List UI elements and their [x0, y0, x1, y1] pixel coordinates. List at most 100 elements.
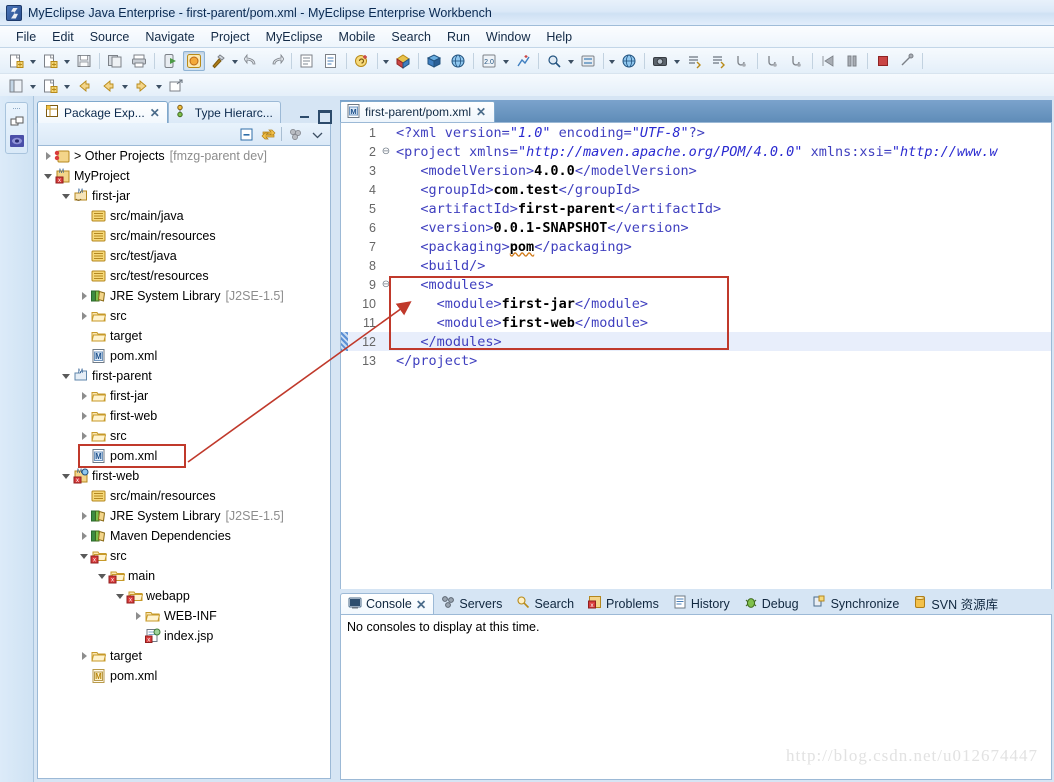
tree-twisty[interactable] [96, 566, 108, 586]
new-wizard-button[interactable] [5, 51, 27, 71]
project-tree[interactable]: > Other Projects [fmzg-parent dev] Mx MyPro… [37, 145, 331, 779]
snapshot-dropdown[interactable] [672, 51, 682, 71]
menu-item-help[interactable]: Help [538, 28, 580, 46]
close-tab-icon[interactable]: ✕ [150, 106, 160, 120]
tree-item[interactable]: Mfirst-jar [38, 186, 330, 206]
menu-item-window[interactable]: Window [478, 28, 538, 46]
tree-item[interactable]: Mx MyProject [38, 166, 330, 186]
search-dropdown[interactable] [566, 51, 576, 71]
tree-twisty[interactable] [78, 646, 90, 666]
back-history-button[interactable] [73, 76, 95, 96]
profile-button[interactable] [512, 51, 534, 71]
code-line[interactable]: 11 <module>first-web</module> [341, 313, 1051, 332]
menu-item-myeclipse[interactable]: MyEclipse [258, 28, 331, 46]
tree-item[interactable]: src/test/resources [38, 266, 330, 286]
open-type-button[interactable] [296, 51, 318, 71]
redo-button[interactable] [265, 51, 287, 71]
tree-item[interactable]: first-jar [38, 386, 330, 406]
open-perspective-dropdown[interactable] [28, 76, 38, 96]
tree-item[interactable]: target [38, 326, 330, 346]
tree-item[interactable]: src/main/resources [38, 226, 330, 246]
view-menu-icon[interactable] [286, 125, 304, 143]
menu-item-mobile[interactable]: Mobile [331, 28, 384, 46]
forward-button[interactable] [131, 76, 153, 96]
tree-twisty[interactable] [114, 586, 126, 606]
back-dropdown[interactable] [120, 76, 130, 96]
server-dropdown[interactable] [607, 51, 617, 71]
tree-item[interactable]: x index.jsp [38, 626, 330, 646]
code-line[interactable]: 13 </project> [341, 351, 1051, 370]
search-button[interactable] [543, 51, 565, 71]
back-button[interactable] [97, 76, 119, 96]
myeclipse-explorer-icon[interactable] [9, 133, 25, 149]
tree-twisty[interactable] [60, 466, 72, 486]
menu-item-project[interactable]: Project [203, 28, 258, 46]
tree-item[interactable]: WEB-INF [38, 606, 330, 626]
tree-item[interactable]: Mpom.xml [38, 346, 330, 366]
fold-toggle-icon[interactable]: ⊖ [380, 279, 392, 290]
code-line[interactable]: 10 <module>first-jar</module> [341, 294, 1051, 313]
tree-item[interactable]: src/test/java [38, 246, 330, 266]
tree-item[interactable]: src [38, 306, 330, 326]
open-perspective-button[interactable] [5, 76, 27, 96]
tree-twisty[interactable] [78, 386, 90, 406]
console-tab-debug[interactable]: Debug [737, 593, 806, 614]
console-tab-search[interactable]: Search [509, 593, 581, 614]
menu-item-edit[interactable]: Edit [44, 28, 82, 46]
tree-twisty[interactable] [42, 166, 54, 186]
collapse-all-icon[interactable] [237, 125, 255, 143]
web-browser-button[interactable] [447, 51, 469, 71]
maximize-view-button[interactable] [315, 107, 332, 124]
tree-item[interactable]: Maven Dependencies [38, 526, 330, 546]
tree-item[interactable]: > Other Projects [fmzg-parent dev] [38, 146, 330, 166]
menu-item-run[interactable]: Run [439, 28, 478, 46]
tree-twisty[interactable] [78, 426, 90, 446]
save-button[interactable] [73, 51, 95, 71]
view-dropdown-icon[interactable] [308, 125, 326, 143]
run-configuration-button[interactable] [183, 50, 205, 71]
new-window-button[interactable] [165, 76, 187, 96]
tree-item[interactable]: Mfirst-parent [38, 366, 330, 386]
server-button[interactable] [577, 51, 599, 71]
tree-item[interactable]: x main [38, 566, 330, 586]
new-xml-dropdown[interactable] [62, 76, 72, 96]
tree-twisty[interactable] [60, 186, 72, 206]
tree-item[interactable]: Mpom.xml [38, 666, 330, 686]
new-java-class-button[interactable] [351, 51, 373, 71]
new-java-class-dropdown[interactable] [381, 51, 391, 71]
close-editor-icon[interactable]: ✕ [476, 105, 486, 119]
tree-item[interactable]: src [38, 426, 330, 446]
print-button[interactable] [128, 51, 150, 71]
tree-item[interactable]: target [38, 646, 330, 666]
tree-item[interactable]: src/main/resources [38, 486, 330, 506]
undo-button[interactable] [241, 51, 263, 71]
view-tab-package-exp[interactable]: Package Exp... ✕ [37, 101, 168, 123]
tree-item[interactable]: first-web [38, 406, 330, 426]
tree-twisty[interactable] [78, 286, 90, 306]
tree-item[interactable]: Mx first-web [38, 466, 330, 486]
view-tab-type-hierarc[interactable]: Type Hierarc... [167, 101, 281, 123]
tree-twisty[interactable] [78, 546, 90, 566]
step-into-button[interactable] [731, 51, 753, 71]
tree-twisty[interactable] [78, 306, 90, 326]
tree-item[interactable]: x webapp [38, 586, 330, 606]
new-project-dropdown[interactable] [62, 51, 72, 71]
console-tab-synchronize[interactable]: Synchronize [806, 593, 907, 614]
restore-view-icon[interactable] [9, 114, 25, 130]
terminate-button[interactable] [872, 51, 894, 71]
code-line[interactable]: 9 ⊖ <modules> [341, 275, 1051, 294]
menu-item-file[interactable]: File [8, 28, 44, 46]
code-line[interactable]: 7 <packaging>pom</packaging> [341, 237, 1051, 256]
tree-item[interactable]: Mpom.xml [38, 446, 330, 466]
console-tab-history[interactable]: History [666, 593, 737, 614]
package-button[interactable] [423, 51, 445, 71]
run-mobile-button[interactable] [159, 51, 181, 71]
deploy-button[interactable] [392, 51, 414, 71]
code-line[interactable]: 8 <build/> [341, 256, 1051, 275]
open-task-button[interactable] [320, 51, 342, 71]
console-tab-servers[interactable]: Servers [434, 593, 509, 614]
minimize-view-button[interactable] [297, 107, 313, 123]
code-line[interactable]: 4 <groupId>com.test</groupId> [341, 180, 1051, 199]
new-project-button[interactable] [39, 51, 61, 71]
code-line[interactable]: 5 <artifactId>first-parent</artifactId> [341, 199, 1051, 218]
